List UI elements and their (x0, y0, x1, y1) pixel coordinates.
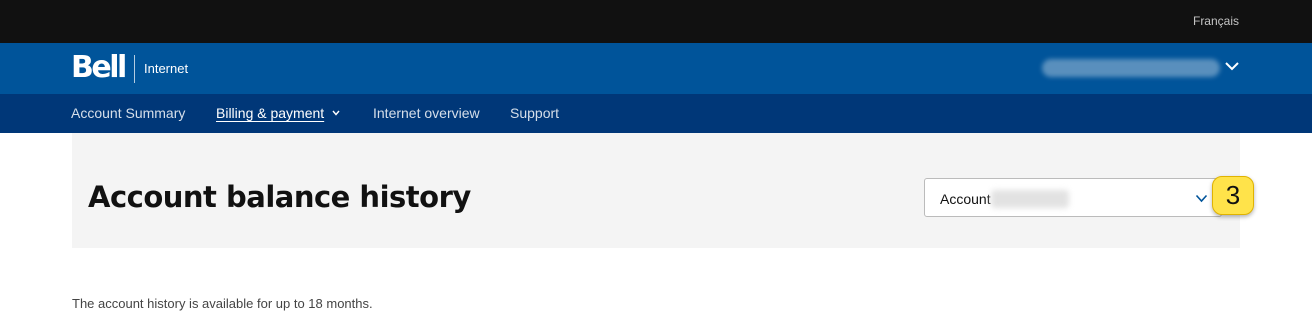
language-toggle-link[interactable]: Français (1193, 14, 1239, 28)
user-name-obscured[interactable] (1042, 59, 1220, 77)
account-select[interactable]: Account (924, 178, 1222, 217)
chevron-down-icon (332, 110, 340, 116)
account-select-label: Account (940, 191, 991, 207)
nav-item-support[interactable]: Support (510, 105, 559, 121)
bell-logo[interactable]: Bell (71, 52, 127, 84)
nav-item-billing-payment[interactable]: Billing & payment (216, 105, 340, 121)
chevron-down-icon (1195, 194, 1208, 203)
history-availability-note: The account history is available for up … (72, 296, 373, 311)
step-number-badge: 3 (1212, 176, 1254, 215)
nav-item-label: Billing & payment (216, 105, 325, 121)
brand-divider (134, 55, 135, 83)
page-title: Account balance history (88, 180, 471, 214)
brand-bar: Bell Internet (0, 43, 1312, 94)
page-header: Account balance history Account (72, 133, 1240, 248)
user-menu-chevron-down-icon[interactable] (1224, 59, 1240, 73)
nav-item-account-summary[interactable]: Account Summary (71, 105, 185, 121)
utility-bar: Français (0, 0, 1312, 43)
nav-item-internet-overview[interactable]: Internet overview (373, 105, 480, 121)
product-label: Internet (144, 61, 189, 76)
account-number-obscured (991, 190, 1069, 208)
main-nav: Account Summary Billing & payment Intern… (0, 94, 1312, 133)
